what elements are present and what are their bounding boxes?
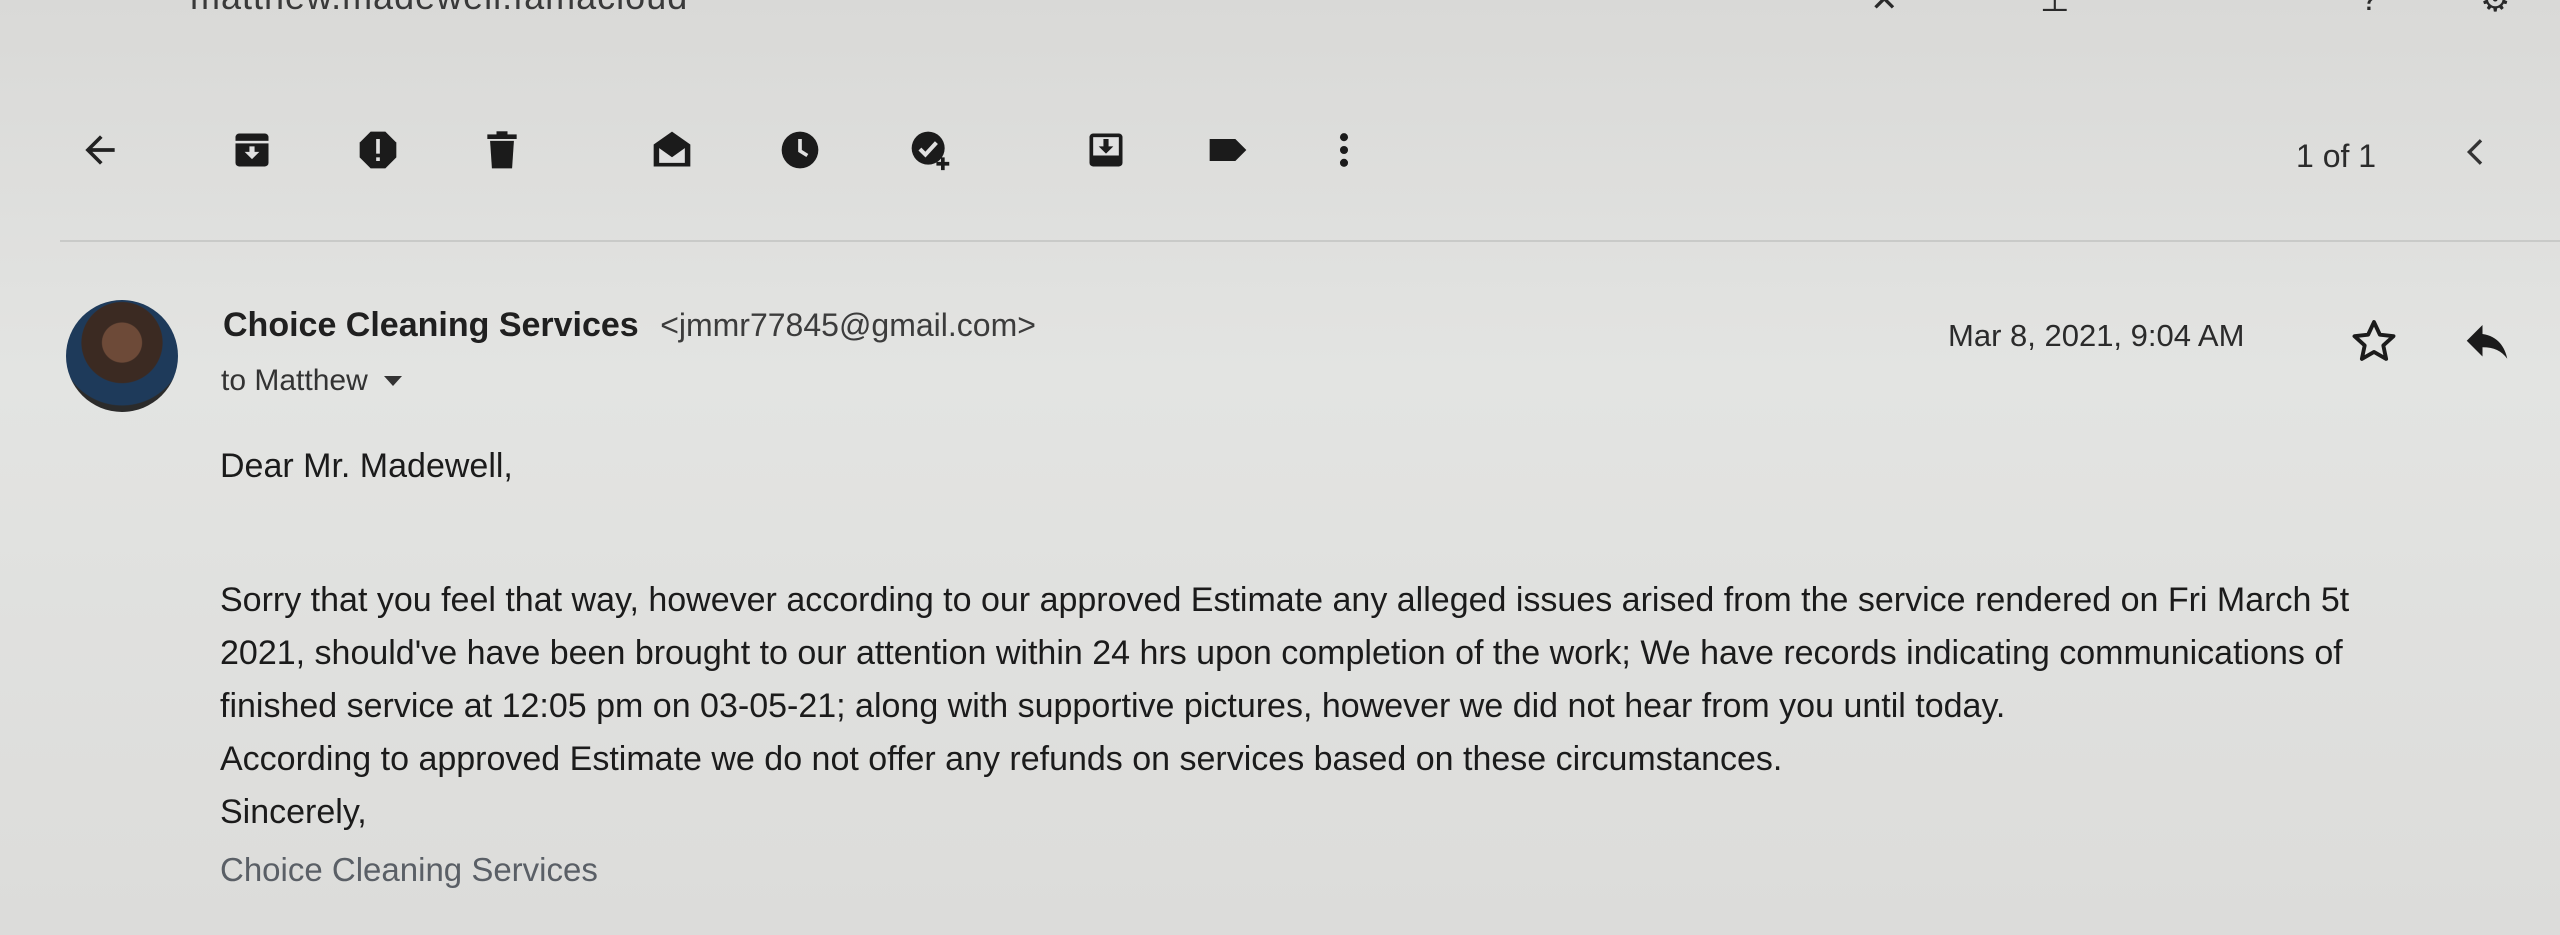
body-line: Sorry that you feel that way, however ac… <box>220 581 2350 619</box>
sender-name[interactable]: Choice Cleaning Services <box>223 306 639 344</box>
body-line: 2021, should've have been brought to our… <box>220 634 2343 672</box>
toolbar-divider <box>60 240 2560 242</box>
sender-line: Choice Cleaning Services <jmmr77845@gmai… <box>223 306 1036 345</box>
move-to-icon[interactable] <box>1082 126 1130 174</box>
top-strip: matthew.madewell.famacloud ✕ ⊥ ? ⚙ <box>0 0 2560 22</box>
tune-icon[interactable]: ⊥ <box>2040 0 2070 20</box>
add-task-icon[interactable] <box>906 126 954 174</box>
help-icon[interactable]: ? <box>2360 0 2379 19</box>
message-body: Dear Mr. Madewell, Sorry that you feel t… <box>220 440 2560 896</box>
label-icon[interactable] <box>1204 126 1252 174</box>
pagination-count: 1 of 1 <box>2296 138 2377 174</box>
star-icon[interactable] <box>2348 316 2400 368</box>
report-spam-icon[interactable] <box>354 126 402 174</box>
more-vert-icon[interactable] <box>1320 126 1368 174</box>
mark-unread-icon[interactable] <box>648 126 696 174</box>
sender-email: <jmmr77845@gmail.com> <box>660 307 1036 343</box>
signature: Choice Cleaning Services <box>220 851 598 888</box>
closing: Sincerely, <box>220 793 367 831</box>
body-line: finished service at 12:05 pm on 03-05-21… <box>220 687 2006 725</box>
chevron-left-icon[interactable] <box>2456 132 2496 172</box>
snooze-icon[interactable] <box>776 126 824 174</box>
avatar[interactable] <box>66 300 178 412</box>
settings-icon[interactable]: ⚙ <box>2480 0 2510 20</box>
delete-icon[interactable] <box>478 126 526 174</box>
greeting: Dear Mr. Madewell, <box>220 447 513 485</box>
back-arrow-icon[interactable] <box>76 126 124 174</box>
close-icon[interactable]: ✕ <box>1870 0 1899 20</box>
archive-icon[interactable] <box>228 126 276 174</box>
message-date: Mar 8, 2021, 9:04 AM <box>1948 318 2245 353</box>
recipient-label: to Matthew <box>221 364 368 397</box>
chevron-down-icon[interactable] <box>383 376 402 386</box>
body-line: According to approved Estimate we do not… <box>220 740 1783 778</box>
message-toolbar: 1 of 1 <box>0 110 2560 190</box>
reply-icon[interactable] <box>2460 316 2514 370</box>
recipient-toggle[interactable]: to Matthew <box>221 364 402 398</box>
account-address: matthew.madewell.famacloud <box>190 0 688 18</box>
